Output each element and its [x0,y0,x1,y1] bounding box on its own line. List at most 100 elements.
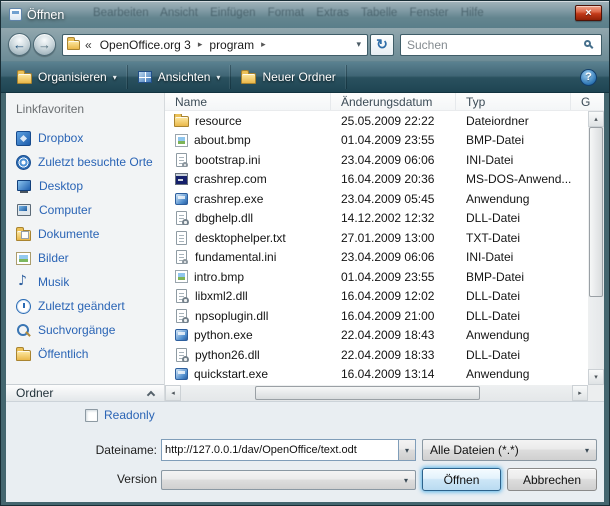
filename-input[interactable] [162,440,398,460]
dll-file-icon [176,309,187,323]
new-folder-label: Neuer Ordner [262,70,335,84]
sidebar-item-music[interactable]: Musik [6,270,164,294]
documents-folder-icon [16,230,31,241]
breadcrumb-overflow-button[interactable]: « [82,38,95,52]
file-row[interactable]: fundamental.ini 23.04.2009 06:06 INI-Dat… [165,248,588,268]
column-header-size[interactable]: G [571,93,604,110]
sidebar-item-recently-changed[interactable]: Zuletzt geändert [6,294,164,318]
sidebar-item-recent-places[interactable]: Zuletzt besuchte Orte [6,150,164,174]
help-button[interactable]: ? [580,69,597,86]
footer-pane: Readonly Dateiname: ▾ Alle Dateien (*.*)… [6,401,604,502]
sidebar-item-searches[interactable]: Suchvorgänge [6,318,164,342]
refresh-button[interactable]: ↻ [370,34,394,56]
sidebar-item-label: Öffentlich [38,347,88,361]
title-bar: Öffnen Bearbeiten Ansicht Einfügen Forma… [1,1,609,28]
file-row[interactable]: desktophelper.txt 27.01.2009 13:00 TXT-D… [165,228,588,248]
file-row[interactable]: dbghelp.dll 14.12.2002 12:32 DLL-Datei [165,209,588,229]
ini-file-icon [176,153,187,167]
dropbox-icon [16,131,31,146]
file-date: 23.04.2009 06:06 [331,153,456,167]
folders-label: Ordner [16,386,53,400]
file-row[interactable]: crashrep.com 16.04.2009 20:36 MS-DOS-Anw… [165,170,588,190]
scroll-up-button[interactable]: ▴ [588,111,604,127]
address-breadcrumb: « OpenOffice.org 3 ▸ program ▸ ▾ [62,34,368,56]
dropdown-icon: ▾ [398,476,408,485]
breadcrumb-separator-icon[interactable]: ▸ [259,39,268,50]
sidebar-item-pictures[interactable]: Bilder [6,246,164,270]
file-date: 16.04.2009 21:00 [331,309,456,323]
search-icon[interactable] [584,40,591,47]
filename-dropdown-button[interactable]: ▾ [398,440,415,460]
file-type: INI-Datei [456,153,571,167]
close-icon: × [585,7,591,19]
filetype-value: Alle Dateien (*.*) [430,443,519,457]
file-row[interactable]: about.bmp 01.04.2009 23:55 BMP-Datei [165,131,588,151]
image-file-icon [175,134,188,147]
file-type: DLL-Datei [456,289,571,303]
vertical-scrollbar[interactable]: ▴ ▾ [588,111,604,385]
folders-expander[interactable]: Ordner [6,384,164,401]
file-row[interactable]: resource 25.05.2009 22:22 Dateiordner [165,111,588,131]
version-select[interactable]: ▾ [161,470,416,490]
forward-arrow-icon: → [38,38,51,51]
sidebar-item-public[interactable]: Öffentlich [6,342,164,366]
scroll-down-button[interactable]: ▾ [588,369,604,385]
horizontal-scrollbar-thumb[interactable] [255,386,480,400]
column-headers: Name Änderungsdatum Typ G [165,93,604,111]
file-row[interactable]: quickstart.exe 16.04.2009 13:14 Anwendun… [165,365,588,385]
scroll-left-button[interactable]: ◂ [165,385,181,401]
file-type: Anwendung [456,328,571,342]
back-button[interactable]: ← [8,33,31,56]
views-label: Ansichten [158,70,211,84]
sidebar-item-label: Zuletzt geändert [38,299,125,313]
readonly-label[interactable]: Readonly [104,408,155,422]
breadcrumb-separator-icon[interactable]: ▸ [196,39,205,50]
file-row[interactable]: intro.bmp 01.04.2009 23:55 BMP-Datei [165,267,588,287]
file-name: libxml2.dll [195,289,248,303]
close-button[interactable]: × [575,5,602,21]
new-folder-button[interactable]: Neuer Ordner [231,65,346,89]
file-date: 23.04.2009 05:45 [331,192,456,206]
column-header-type[interactable]: Typ [456,93,571,110]
sidebar-item-dropbox[interactable]: Dropbox [6,126,164,150]
organize-button[interactable]: Organisieren ▾ [7,65,128,89]
breadcrumb-item-openoffice[interactable]: OpenOffice.org 3 [97,38,194,52]
views-button[interactable]: Ansichten ▾ [128,65,232,89]
scroll-left-icon: ◂ [171,389,175,397]
file-row[interactable]: crashrep.exe 23.04.2009 05:45 Anwendung [165,189,588,209]
file-row[interactable]: bootstrap.ini 23.04.2009 06:06 INI-Datei [165,150,588,170]
horizontal-scrollbar[interactable]: ◂ ▸ [165,385,588,401]
sidebar-item-computer[interactable]: Computer [6,198,164,222]
sidebar-item-label: Computer [39,203,92,217]
filetype-select[interactable]: Alle Dateien (*.*) ▾ [422,439,597,461]
scroll-right-button[interactable]: ▸ [572,385,588,401]
sidebar-item-desktop[interactable]: Desktop [6,174,164,198]
file-name: quickstart.exe [194,367,268,381]
ini-file-icon [176,250,187,264]
forward-button[interactable]: → [33,33,56,56]
desktop-icon [16,179,32,193]
open-button[interactable]: Öffnen [422,468,501,491]
column-header-name[interactable]: Name [165,93,331,110]
cancel-button[interactable]: Abbrechen [507,468,597,491]
file-date: 16.04.2009 20:36 [331,172,456,186]
dropdown-icon: ▾ [579,446,589,455]
file-date: 22.04.2009 18:33 [331,348,456,362]
search-input[interactable] [407,38,584,52]
sidebar-item-label: Desktop [39,179,83,193]
scroll-down-icon: ▾ [594,373,598,381]
clock-icon [16,299,31,314]
breadcrumb-item-program[interactable]: program [206,38,257,52]
file-row[interactable]: npsoplugin.dll 16.04.2009 21:00 DLL-Date… [165,306,588,326]
readonly-checkbox[interactable] [85,409,98,422]
file-row[interactable]: python.exe 22.04.2009 18:43 Anwendung [165,326,588,346]
sidebar-item-documents[interactable]: Dokumente [6,222,164,246]
file-row[interactable]: libxml2.dll 16.04.2009 12:02 DLL-Datei [165,287,588,307]
sidebar-item-label: Zuletzt besuchte Orte [38,155,153,169]
file-row[interactable]: python26.dll 22.04.2009 18:33 DLL-Datei [165,345,588,365]
file-name: npsoplugin.dll [195,309,268,323]
column-header-date[interactable]: Änderungsdatum [331,93,456,110]
scrollbar-corner [588,385,604,401]
vertical-scrollbar-thumb[interactable] [589,127,603,297]
address-dropdown-icon[interactable]: ▾ [356,39,363,50]
